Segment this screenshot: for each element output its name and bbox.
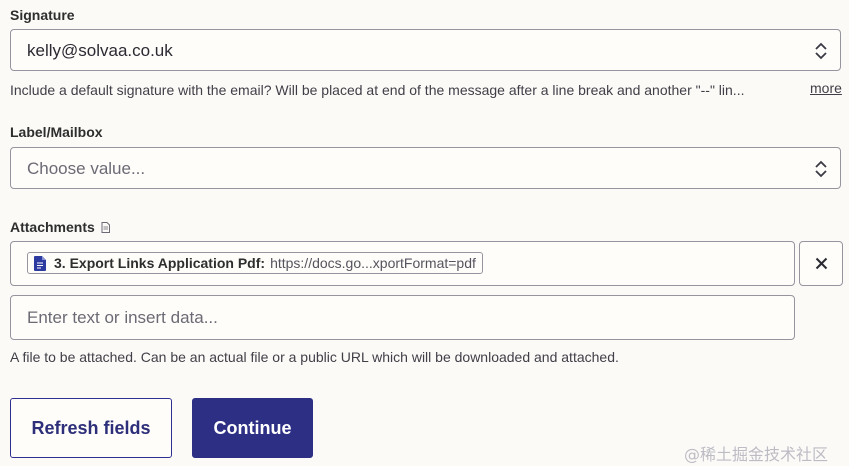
signature-select[interactable]: kelly@solvaa.co.uk bbox=[10, 29, 841, 71]
watermark: @稀土掘金技术社区 bbox=[684, 445, 829, 464]
signature-value: kelly@solvaa.co.uk bbox=[27, 41, 173, 60]
signature-label: Signature bbox=[10, 7, 75, 23]
attachment-text-input[interactable]: Enter text or insert data... bbox=[10, 295, 795, 340]
clear-attachment-button[interactable] bbox=[799, 241, 843, 286]
file-icon bbox=[101, 221, 110, 233]
label-mailbox-select[interactable]: Choose value... bbox=[10, 147, 841, 189]
continue-button[interactable]: Continue bbox=[192, 398, 313, 458]
attachment-pill[interactable]: 3. Export Links Application Pdf: https:/… bbox=[27, 252, 483, 274]
attachments-label: Attachments bbox=[10, 219, 95, 235]
close-icon bbox=[815, 257, 828, 270]
attachment-input-placeholder: Enter text or insert data... bbox=[27, 308, 218, 327]
refresh-fields-button[interactable]: Refresh fields bbox=[10, 398, 172, 458]
chevron-up-down-icon bbox=[815, 42, 827, 60]
attachment-pill-url: https://docs.go...xportFormat=pdf bbox=[270, 255, 476, 271]
attachments-help: A file to be attached. Can be an actual … bbox=[10, 349, 619, 365]
attachments-label-row: Attachments bbox=[10, 219, 110, 235]
signature-help: Include a default signature with the ema… bbox=[10, 82, 745, 98]
attachment-pill-title: 3. Export Links Application Pdf: bbox=[54, 255, 266, 271]
label-mailbox-placeholder: Choose value... bbox=[27, 159, 146, 178]
document-icon bbox=[34, 255, 46, 271]
more-link[interactable]: more bbox=[810, 80, 842, 96]
label-mailbox-label: Label/Mailbox bbox=[10, 124, 103, 140]
attachments-field[interactable]: 3. Export Links Application Pdf: https:/… bbox=[10, 241, 795, 286]
chevron-up-down-icon bbox=[815, 160, 827, 178]
